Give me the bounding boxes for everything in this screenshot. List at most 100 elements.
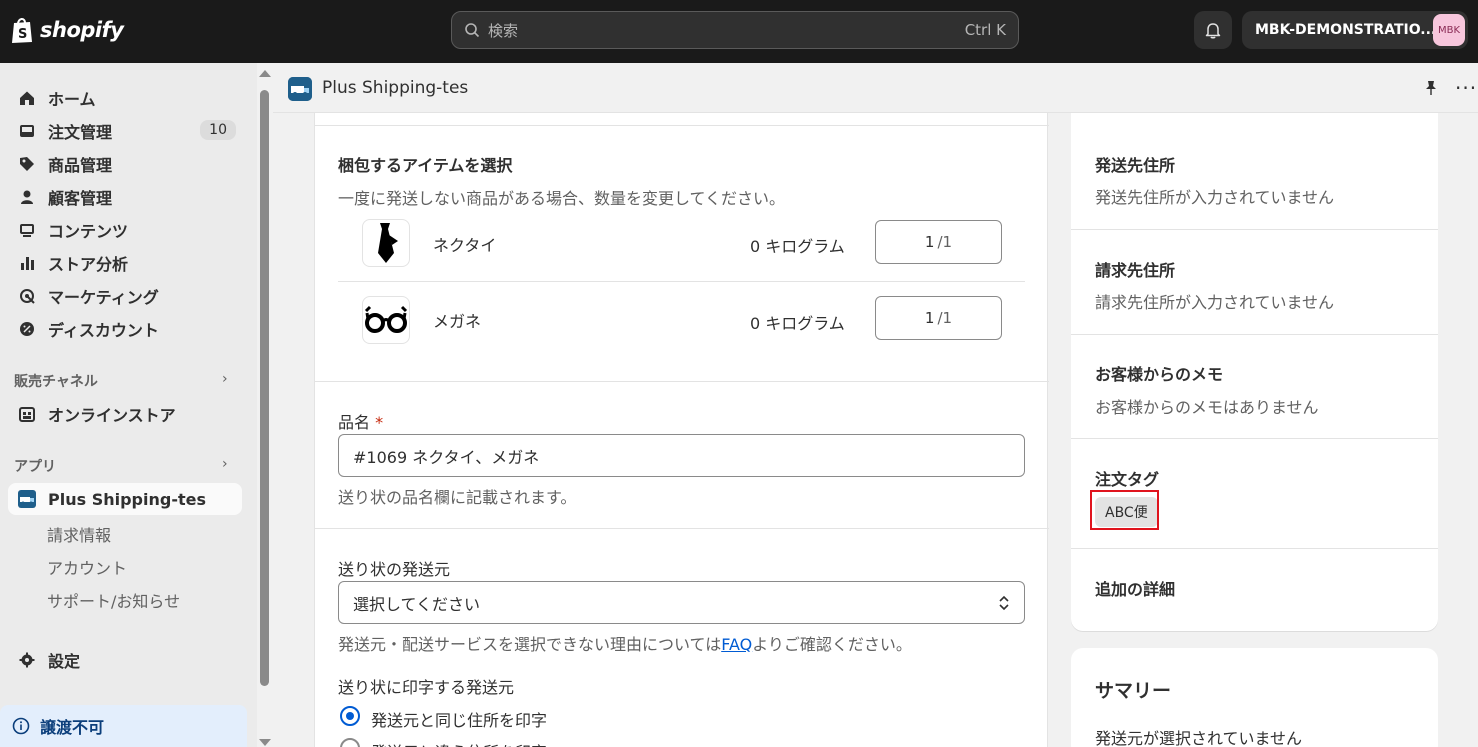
additional-details-title[interactable]: 追加の詳細 xyxy=(1095,576,1175,600)
content-icon xyxy=(18,221,36,239)
sidebar-item-label: オンラインストア xyxy=(48,406,176,425)
product-name-field[interactable]: #1069 ネクタイ、メガネ xyxy=(338,434,1025,477)
glasses-thumbnail xyxy=(362,296,410,344)
sidebar-subitem-account[interactable]: アカウント xyxy=(47,555,127,579)
customer-memo-title: お客様からのメモ xyxy=(1095,365,1224,384)
order-tags-title: 注文タグ xyxy=(1095,470,1160,489)
sidebar-item-label: ホーム xyxy=(48,90,96,109)
sales-channels-heading[interactable]: 販売チャネル xyxy=(14,371,98,391)
sidebar-item-settings[interactable]: 設定 xyxy=(8,644,242,676)
orders-icon xyxy=(18,122,36,140)
person-icon xyxy=(18,188,36,206)
sidebar-item-label: 注文管理 xyxy=(48,123,113,142)
divider xyxy=(315,125,1049,126)
sidebar-item-online-store[interactable]: オンラインストア xyxy=(8,398,242,430)
chevron-right-icon[interactable]: › xyxy=(222,456,228,472)
product-name-value: #1069 ネクタイ、メガネ xyxy=(353,447,540,467)
divider xyxy=(315,528,1049,529)
store-menu-button[interactable]: MBK-DEMONSTRATIO... MBK xyxy=(1242,11,1468,49)
analytics-icon xyxy=(18,254,36,272)
product-name-help: 送り状の品名欄に記載されます。 xyxy=(338,488,577,507)
search-bar[interactable]: 検索 Ctrl K xyxy=(451,11,1019,49)
sidebar-item-label: 顧客管理 xyxy=(48,189,113,208)
item-name: メガネ xyxy=(433,312,482,331)
scroll-up-arrow[interactable] xyxy=(259,70,271,77)
tag-icon xyxy=(18,155,36,173)
sidebar-item-label: 設定 xyxy=(48,652,81,671)
divider xyxy=(338,281,1025,282)
print-sender-label: 送り状に印字する発送元 xyxy=(338,678,515,697)
notice-text: 譲渡不可 xyxy=(40,718,105,737)
quantity-value: 1 xyxy=(924,233,935,251)
faq-link[interactable]: FAQ xyxy=(721,635,752,654)
divider xyxy=(1071,229,1438,230)
notifications-button[interactable] xyxy=(1194,11,1232,49)
summary-title: サマリー xyxy=(1095,680,1172,702)
sender-help: 発送元・配送サービスを選択できない理由についてはFAQよりご確認ください。 xyxy=(338,631,912,655)
sidebar-item-label: マーケティング xyxy=(48,288,159,307)
orders-count-badge: 10 xyxy=(200,120,236,140)
discount-icon xyxy=(18,320,36,338)
select-arrows-icon xyxy=(999,595,1009,611)
divider xyxy=(315,381,1049,382)
shipping-address-title: 発送先住所 xyxy=(1095,156,1176,175)
billing-address-title: 請求先住所 xyxy=(1095,261,1176,280)
svg-text:S: S xyxy=(18,27,27,42)
necktie-thumbnail xyxy=(362,219,410,267)
divider xyxy=(1071,548,1438,549)
sidebar-item-products[interactable]: 商品管理 xyxy=(8,148,242,180)
radio-other-address[interactable] xyxy=(340,738,360,747)
shipping-address-value: 発送先住所が入力されていません xyxy=(1095,188,1335,207)
search-shortcut: Ctrl K xyxy=(964,21,1006,39)
plus-shipping-app-icon xyxy=(18,490,36,508)
quantity-total: /1 xyxy=(937,309,953,327)
sender-select[interactable]: 選択してください xyxy=(338,581,1025,624)
sidebar-item-plus-shipping[interactable]: Plus Shipping-tes xyxy=(8,483,242,515)
gear-icon xyxy=(18,651,36,669)
customer-memo-value: お客様からのメモはありません xyxy=(1095,398,1319,417)
quantity-value: 1 xyxy=(924,309,935,327)
glasses-icon xyxy=(364,305,408,333)
store-name: MBK-DEMONSTRATIO... xyxy=(1255,22,1433,38)
sidebar-scrollbar-thumb[interactable] xyxy=(260,90,269,686)
chevron-right-icon[interactable]: › xyxy=(222,371,228,387)
sidebar: ホーム 注文管理 10 商品管理 顧客管理 コンテンツ ストア分析 マーケティン… xyxy=(0,63,257,747)
sidebar-item-marketing[interactable]: マーケティング xyxy=(8,280,242,312)
logo-text: shopify xyxy=(40,18,124,42)
shopify-logo[interactable]: S shopify xyxy=(10,16,124,44)
non-transferable-notice[interactable]: 譲渡不可 xyxy=(0,705,247,747)
sidebar-item-label: Plus Shipping-tes xyxy=(48,489,206,509)
sidebar-item-discounts[interactable]: ディスカウント xyxy=(8,313,242,345)
quantity-total: /1 xyxy=(937,233,953,251)
radio-other-address-label[interactable]: 発送元と違う住所を印字 xyxy=(371,739,547,747)
sender-help-text-end: よりご確認ください。 xyxy=(752,635,912,654)
pin-icon[interactable] xyxy=(1423,80,1439,96)
scroll-down-arrow[interactable] xyxy=(259,739,271,746)
sidebar-item-analytics[interactable]: ストア分析 xyxy=(8,247,242,279)
item-name: ネクタイ xyxy=(433,236,497,255)
sidebar-item-label: コンテンツ xyxy=(48,222,129,241)
sidebar-item-home[interactable]: ホーム xyxy=(8,82,242,114)
radio-same-address[interactable] xyxy=(340,706,360,726)
sidebar-item-customers[interactable]: 顧客管理 xyxy=(8,181,242,213)
summary-card: サマリー 発送元が選択されていません xyxy=(1071,648,1438,747)
plus-shipping-app-icon xyxy=(288,77,312,101)
sidebar-item-label: ストア分析 xyxy=(48,255,129,274)
sidebar-item-label: ディスカウント xyxy=(48,321,159,340)
quantity-input[interactable]: 1 /1 xyxy=(875,220,1002,264)
radio-same-address-label[interactable]: 発送元と同じ住所を印字 xyxy=(371,707,547,731)
sidebar-item-label: 商品管理 xyxy=(48,156,113,175)
highlight-box xyxy=(1090,490,1159,530)
pack-items-title: 梱包するアイテムを選択 xyxy=(338,156,513,175)
apps-heading[interactable]: アプリ xyxy=(14,456,56,476)
sidebar-item-content[interactable]: コンテンツ xyxy=(8,214,242,246)
sidebar-subitem-billing[interactable]: 請求情報 xyxy=(47,522,111,546)
divider xyxy=(1071,438,1438,439)
store-icon xyxy=(18,405,36,423)
product-name-label: 品名 * xyxy=(338,409,383,433)
more-actions-icon[interactable]: ··· xyxy=(1455,76,1477,100)
necktie-icon xyxy=(378,223,398,263)
sidebar-item-orders[interactable]: 注文管理 10 xyxy=(8,115,242,147)
quantity-input[interactable]: 1 /1 xyxy=(875,296,1002,340)
sidebar-subitem-support[interactable]: サポート/お知らせ xyxy=(47,588,180,612)
